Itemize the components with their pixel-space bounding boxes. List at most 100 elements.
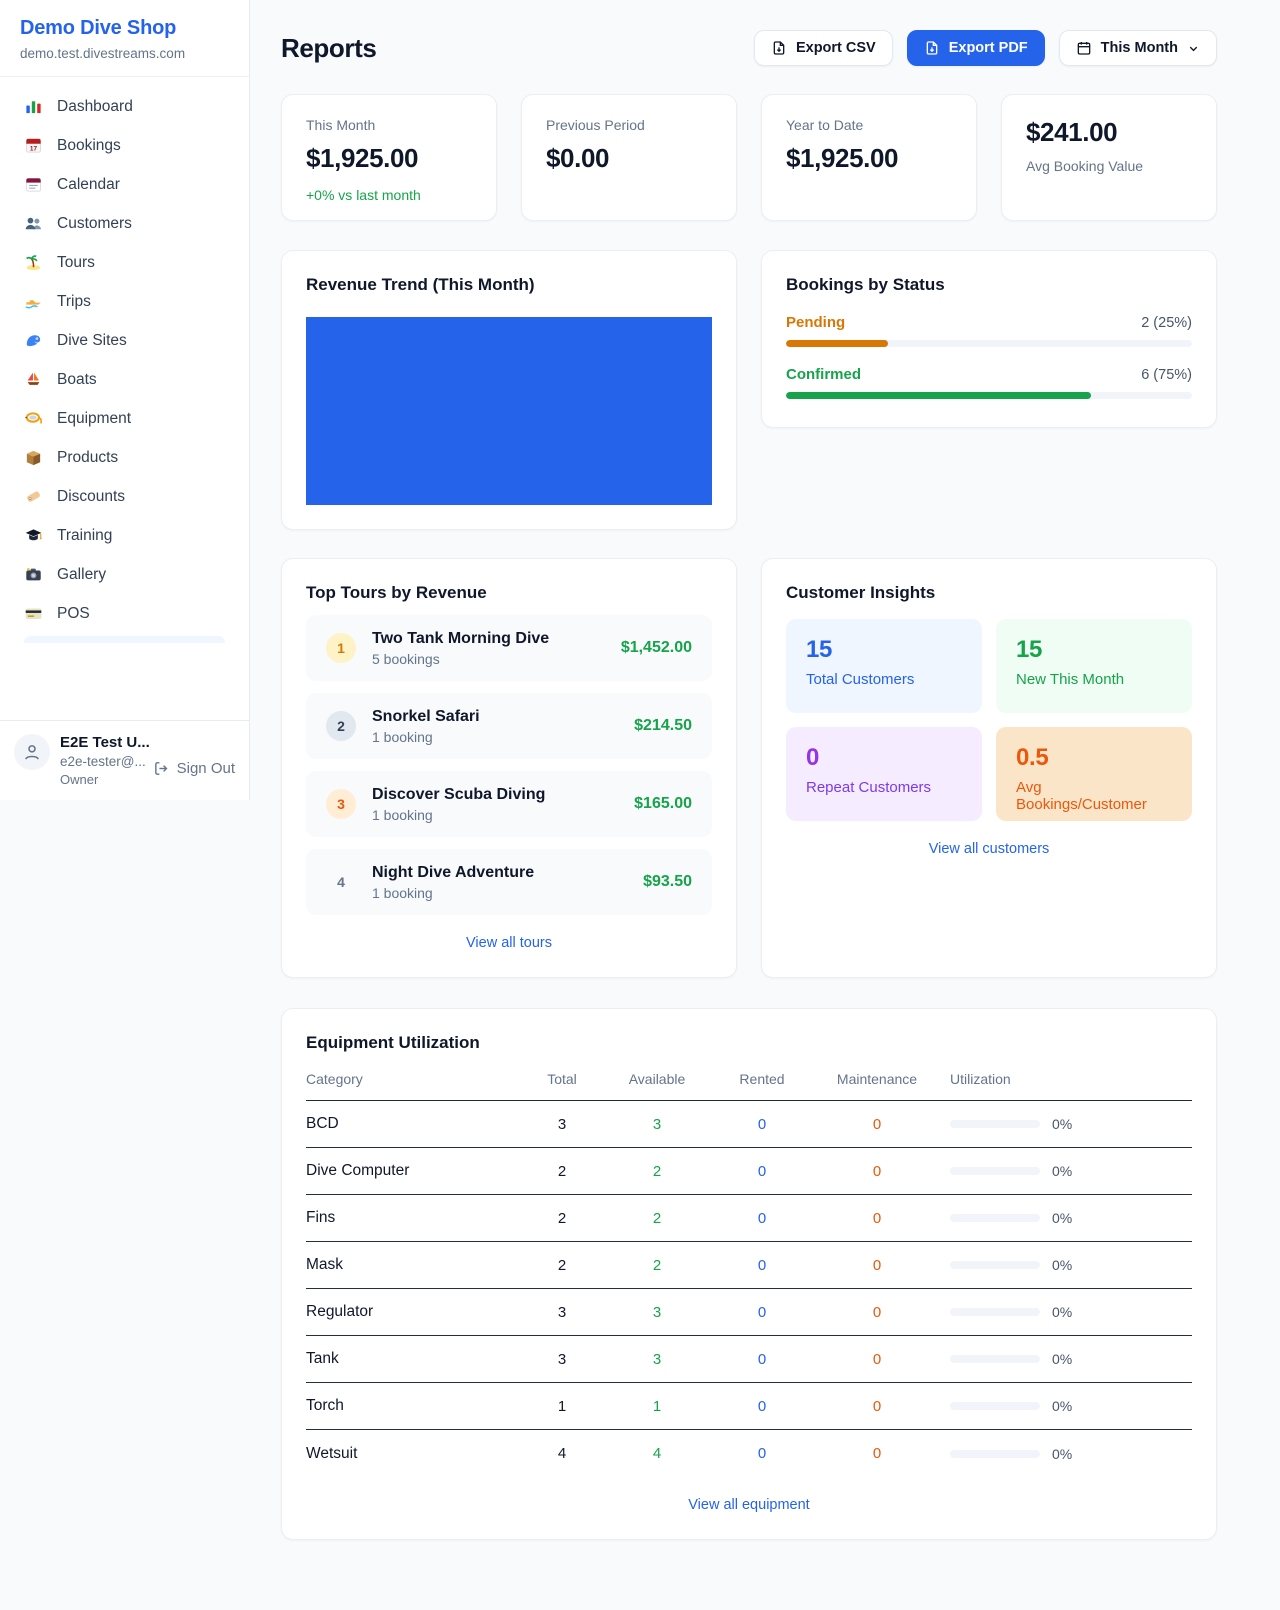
tour-revenue: $93.50 xyxy=(643,873,692,891)
tour-row: 1 Two Tank Morning Dive 5 bookings $1,45… xyxy=(306,615,712,681)
cell-category: Wetsuit xyxy=(306,1445,522,1463)
revenue-trend-title: Revenue Trend (This Month) xyxy=(306,275,712,295)
rank-badge: 4 xyxy=(326,867,356,897)
view-all-customers-link[interactable]: View all customers xyxy=(786,841,1192,857)
user-name: E2E Test U... xyxy=(60,734,143,751)
cell-maintenance: 0 xyxy=(812,1304,942,1321)
sidebar-item-pos[interactable]: POS xyxy=(12,594,237,633)
sign-out-label: Sign Out xyxy=(177,760,235,777)
view-all-tours-link[interactable]: View all tours xyxy=(306,935,712,951)
stats-row: This Month $1,925.00 +0% vs last month P… xyxy=(281,94,1217,221)
stat-card-year-to-date: Year to Date $1,925.00 xyxy=(761,94,977,221)
sidebar-item-products[interactable]: Products xyxy=(12,438,237,477)
view-all-equipment-link[interactable]: View all equipment xyxy=(306,1497,1192,1513)
cell-utilization: 0% xyxy=(942,1351,1192,1367)
period-selector[interactable]: This Month xyxy=(1059,30,1217,66)
training-grad-cap-icon xyxy=(24,526,43,545)
sidebar-item-trips[interactable]: Trips xyxy=(12,282,237,321)
cell-available: 3 xyxy=(602,1116,712,1133)
export-pdf-button[interactable]: Export PDF xyxy=(907,30,1045,66)
sidebar-item-dive-sites[interactable]: Dive Sites xyxy=(12,321,237,360)
sidebar-item-bookings[interactable]: 17 Bookings xyxy=(12,126,237,165)
stat-value: $1,925.00 xyxy=(786,143,952,174)
sidebar-item-dashboard[interactable]: Dashboard xyxy=(12,87,237,126)
sidebar-item-label: Calendar xyxy=(57,176,120,194)
person-icon xyxy=(22,742,42,762)
cell-category: Mask xyxy=(306,1256,522,1274)
tour-name: Two Tank Morning Dive xyxy=(372,630,549,648)
tour-row: 2 Snorkel Safari 1 booking $214.50 xyxy=(306,693,712,759)
main-content: Reports Export CSV Export PDF This Month… xyxy=(281,0,1217,1540)
sidebar: Demo Dive Shop demo.test.divestreams.com… xyxy=(0,0,250,800)
status-label: Pending xyxy=(786,314,845,331)
gallery-camera-icon xyxy=(24,565,43,584)
sidebar-item-gallery[interactable]: Gallery xyxy=(12,555,237,594)
sidebar-item-boats[interactable]: Boats xyxy=(12,360,237,399)
equipment-utilization-card: Equipment Utilization Category Total Ava… xyxy=(281,1008,1217,1540)
sidebar-item-training[interactable]: Training xyxy=(12,516,237,555)
tours-island-icon xyxy=(24,253,43,272)
user-panel: E2E Test U... e2e-tester@... Owner Sign … xyxy=(0,720,249,800)
file-download-icon xyxy=(924,40,940,56)
sidebar-item-label: Dive Sites xyxy=(57,332,127,350)
tile-value: 0.5 xyxy=(1016,744,1172,772)
sidebar-item-label: POS xyxy=(57,605,90,623)
export-pdf-label: Export PDF xyxy=(949,40,1028,56)
tile-label: Avg Bookings/Customer xyxy=(1016,779,1172,813)
stat-card-previous-period: Previous Period $0.00 xyxy=(521,94,737,221)
stat-card-this-month: This Month $1,925.00 +0% vs last month xyxy=(281,94,497,221)
top-tours-card: Top Tours by Revenue 1 Two Tank Morning … xyxy=(281,558,737,978)
sidebar-item-calendar[interactable]: Calendar xyxy=(12,165,237,204)
calendar-icon xyxy=(1076,40,1092,56)
sidebar-item-equipment[interactable]: Equipment xyxy=(12,399,237,438)
file-download-icon xyxy=(771,40,787,56)
sidebar-item-customers[interactable]: Customers xyxy=(12,204,237,243)
table-row: Fins 2 2 0 0 0% xyxy=(306,1195,1192,1242)
discounts-tag-icon xyxy=(24,487,43,506)
cell-utilization: 0% xyxy=(942,1446,1192,1462)
svg-text:17: 17 xyxy=(30,145,38,152)
sidebar-item-label: Discounts xyxy=(57,488,125,506)
cell-utilization: 0% xyxy=(942,1398,1192,1414)
customer-insights-title: Customer Insights xyxy=(786,583,1192,603)
charts-row: Revenue Trend (This Month) Bookings by S… xyxy=(281,250,1217,530)
sidebar-nav: Dashboard 17 Bookings Calendar Customers… xyxy=(0,77,249,720)
sidebar-item-tours[interactable]: Tours xyxy=(12,243,237,282)
products-box-icon xyxy=(24,448,43,467)
dashboard-icon xyxy=(24,97,43,116)
cell-category: Fins xyxy=(306,1209,522,1227)
cell-maintenance: 0 xyxy=(812,1163,942,1180)
sign-out-button[interactable]: Sign Out xyxy=(153,750,235,787)
period-selector-label: This Month xyxy=(1101,40,1178,56)
tile-label: New This Month xyxy=(1016,671,1172,688)
tour-name: Discover Scuba Diving xyxy=(372,786,545,804)
tour-revenue: $165.00 xyxy=(634,795,692,813)
table-row: Wetsuit 4 4 0 0 0% xyxy=(306,1430,1192,1477)
col-rented: Rented xyxy=(712,1071,812,1087)
tile-label: Repeat Customers xyxy=(806,779,962,796)
col-utilization: Utilization xyxy=(942,1071,1192,1087)
stat-label: Avg Booking Value xyxy=(1026,158,1192,174)
cell-utilization: 0% xyxy=(942,1116,1192,1132)
user-info: E2E Test U... e2e-tester@... Owner xyxy=(60,734,143,787)
cell-available: 3 xyxy=(602,1304,712,1321)
export-csv-button[interactable]: Export CSV xyxy=(754,30,893,66)
status-bar-track xyxy=(786,392,1192,399)
table-row: Dive Computer 2 2 0 0 0% xyxy=(306,1148,1192,1195)
status-count: 6 (75%) xyxy=(1141,367,1192,383)
sidebar-item-reports-selected-partial[interactable] xyxy=(24,636,225,643)
sidebar-item-label: Customers xyxy=(57,215,132,233)
shop-name: Demo Dive Shop xyxy=(20,17,229,40)
utilization-percent: 0% xyxy=(1052,1398,1072,1414)
status-row-pending: Pending 2 (25%) xyxy=(786,314,1192,347)
table-row: Torch 1 1 0 0 0% xyxy=(306,1383,1192,1430)
cell-utilization: 0% xyxy=(942,1163,1192,1179)
col-category: Category xyxy=(306,1071,522,1087)
cell-total: 4 xyxy=(522,1445,602,1462)
cell-rented: 0 xyxy=(712,1351,812,1368)
sidebar-item-discounts[interactable]: Discounts xyxy=(12,477,237,516)
chevron-down-icon xyxy=(1187,42,1200,55)
table-row: Tank 3 3 0 0 0% xyxy=(306,1336,1192,1383)
cell-utilization: 0% xyxy=(942,1257,1192,1273)
cell-available: 3 xyxy=(602,1351,712,1368)
